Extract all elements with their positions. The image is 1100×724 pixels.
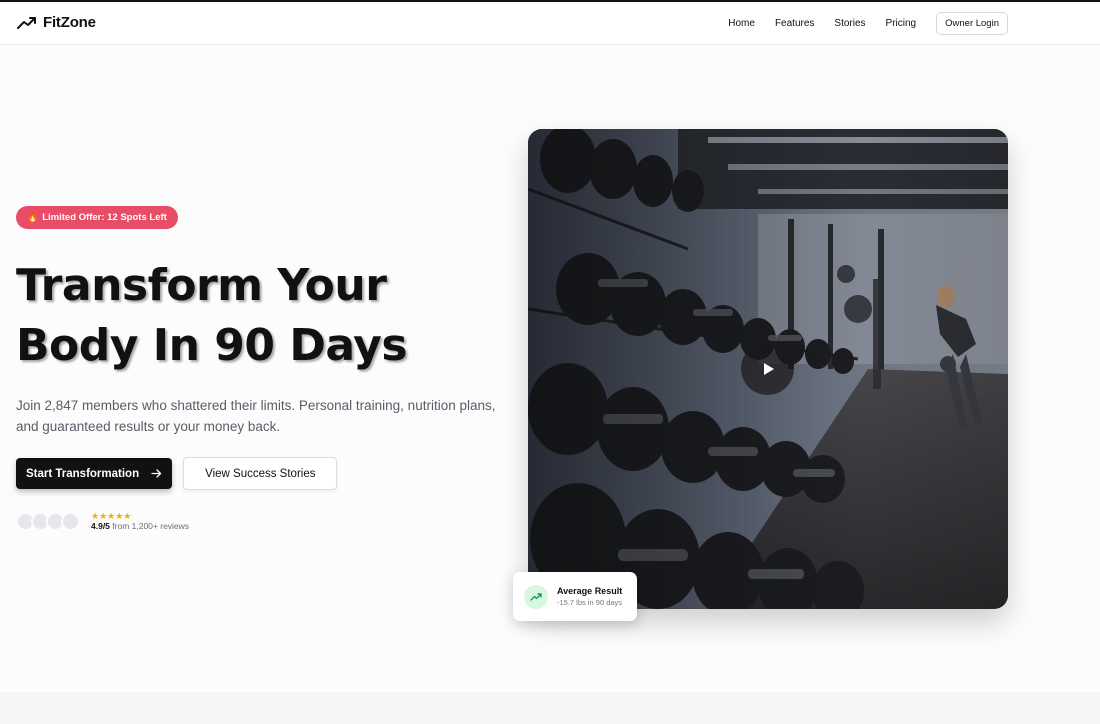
next-section-edge [0, 692, 1100, 724]
limited-offer-badge: 🔥 Limited Offer: 12 Spots Left [16, 206, 178, 229]
view-success-stories-button[interactable]: View Success Stories [183, 457, 338, 490]
rating-block: ★★★★★ 4.9/5 from 1,200+ reviews [91, 511, 189, 532]
rating-text: 4.9/5 from 1,200+ reviews [91, 521, 189, 532]
trending-up-icon [17, 16, 36, 29]
result-title: Average Result [557, 586, 623, 596]
nav-stories[interactable]: Stories [834, 18, 865, 29]
play-icon [763, 362, 774, 375]
cta-group: Start Transformation View Success Storie… [16, 457, 496, 490]
arrow-right-icon [151, 469, 162, 478]
badge-text: Limited Offer: 12 Spots Left [42, 212, 167, 223]
rating-score: 4.9/5 [91, 521, 110, 531]
site-header: FitZone Home Features Stories Pricing Ow… [0, 2, 1100, 45]
rating-suffix: from 1,200+ reviews [112, 521, 190, 531]
main-nav: Home Features Stories Pricing Owner Logi… [728, 12, 1008, 35]
hero-title: Transform Your Body In 90 Days [16, 256, 496, 376]
play-button[interactable] [741, 342, 794, 395]
avatar-group [16, 512, 80, 531]
nav-home[interactable]: Home [728, 18, 755, 29]
result-subtitle: -15.7 lbs in 90 days [557, 598, 623, 607]
social-proof: ★★★★★ 4.9/5 from 1,200+ reviews [16, 511, 496, 532]
average-result-card: Average Result -15.7 lbs in 90 days [513, 572, 637, 621]
brand-name: FitZone [43, 14, 96, 31]
owner-login-button[interactable]: Owner Login [936, 12, 1008, 35]
trending-up-icon [530, 592, 542, 601]
result-text: Average Result -15.7 lbs in 90 days [557, 585, 622, 608]
start-transformation-button[interactable]: Start Transformation [16, 458, 173, 489]
hero-subtitle: Join 2,847 members who shattered their l… [16, 398, 496, 434]
hero-video[interactable] [528, 129, 1008, 609]
hero-content: 🔥 Limited Offer: 12 Spots Left Transform… [16, 206, 496, 532]
avatar [61, 512, 80, 531]
brand-logo[interactable]: FitZone [17, 14, 96, 31]
nav-pricing[interactable]: Pricing [886, 18, 917, 29]
star-rating-icon: ★★★★★ [91, 511, 132, 521]
start-transformation-label: Start Transformation [26, 467, 140, 480]
nav-features[interactable]: Features [775, 18, 814, 29]
hero-title-line1: Transform Your [16, 260, 387, 311]
flame-icon: 🔥 [27, 212, 39, 222]
result-icon-badge [524, 584, 548, 609]
hero-title-line2: Body In 90 Days [16, 320, 408, 371]
